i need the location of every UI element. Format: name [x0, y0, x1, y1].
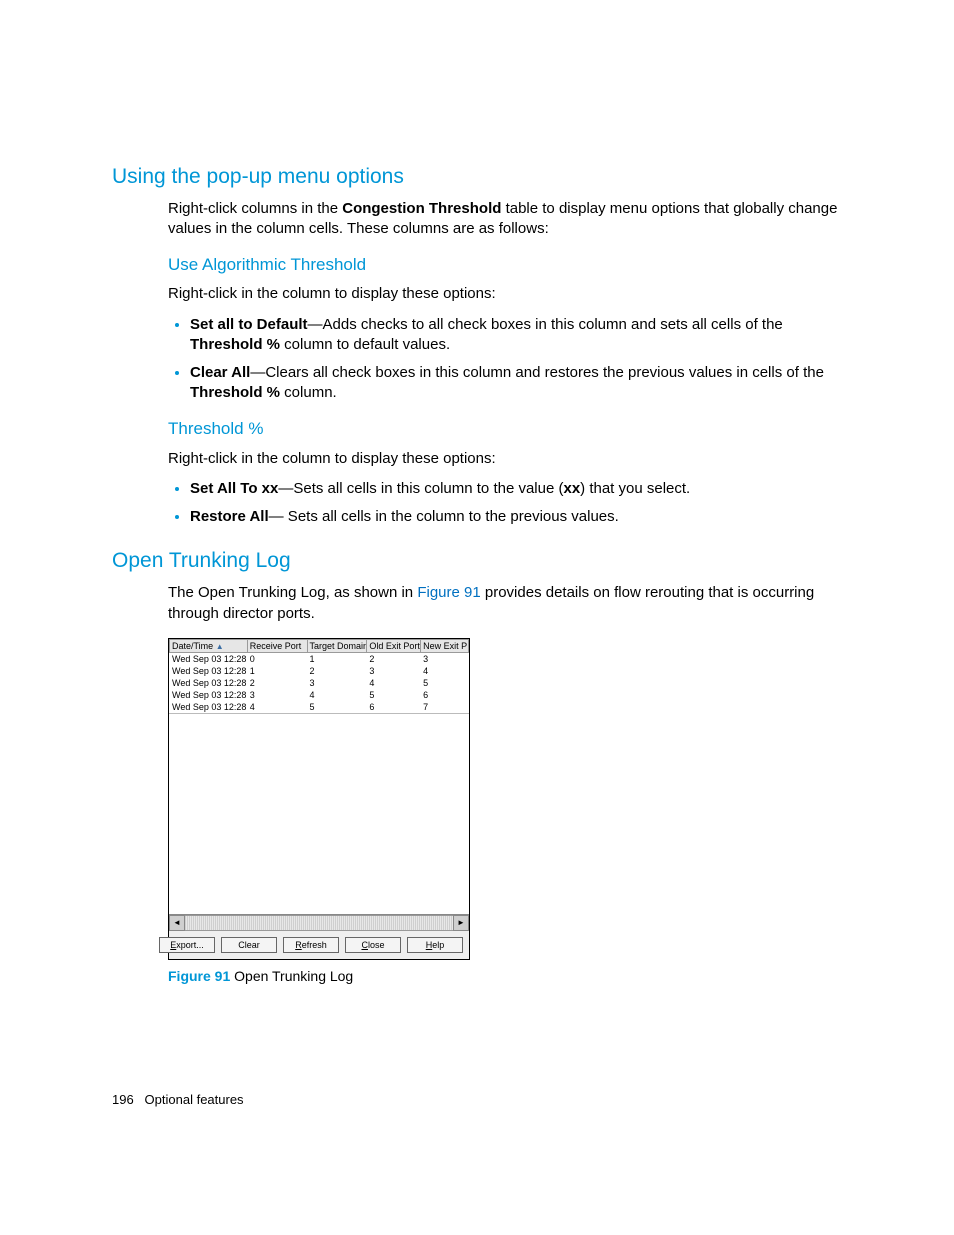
btn-label: elp — [432, 940, 444, 950]
btn-label: xport... — [176, 940, 204, 950]
col-header-old-exit-port[interactable]: Old Exit Port — [367, 639, 421, 652]
cell: 3 — [307, 677, 367, 689]
text: —Sets all cells in this column to the va… — [278, 480, 563, 497]
bold-threshold-pct: Threshold % — [190, 336, 280, 353]
clear-button[interactable]: Clear — [221, 937, 277, 953]
scroll-track[interactable] — [185, 915, 453, 931]
list-item: Set all to Default—Adds checks to all ch… — [190, 315, 854, 356]
bold-threshold-pct: Threshold % — [190, 384, 280, 401]
text: — Sets all cells in the column to the pr… — [269, 508, 619, 525]
horizontal-scrollbar[interactable]: ◄ ► — [169, 914, 469, 931]
cell: 4 — [247, 701, 307, 713]
col-header-target-domain[interactable]: Target Domain — [307, 639, 367, 652]
paragraph-alg-intro: Right-click in the column to display the… — [168, 284, 854, 304]
cell: 4 — [307, 689, 367, 701]
cell: 1 — [307, 652, 367, 665]
page-number: 196 — [112, 1092, 134, 1107]
bold-congestion-threshold: Congestion Threshold — [342, 200, 501, 217]
paragraph-popup-intro: Right-click columns in the Congestion Th… — [168, 199, 854, 240]
table-row[interactable]: Wed Sep 03 12:28... 0 1 2 3 — [170, 652, 469, 665]
cell: 3 — [247, 689, 307, 701]
cell: Wed Sep 03 12:28... — [170, 701, 248, 713]
sort-asc-icon: ▲ — [216, 642, 224, 651]
figure-caption: Figure 91 Open Trunking Log — [168, 968, 854, 984]
help-button[interactable]: Help — [407, 937, 463, 953]
export-button[interactable]: Export... — [159, 937, 215, 953]
cell: 6 — [367, 701, 421, 713]
list-item: Set All To xx—Sets all cells in this col… — [190, 479, 854, 499]
term-restore-all: Restore All — [190, 508, 269, 525]
cell: Wed Sep 03 12:28... — [170, 665, 248, 677]
col-header-label: Date/Time — [172, 641, 213, 651]
paragraph-thresh-intro: Right-click in the column to display the… — [168, 449, 854, 469]
term-set-all-default: Set all to Default — [190, 316, 308, 333]
cell: 6 — [421, 689, 469, 701]
cell: 5 — [421, 677, 469, 689]
cell: Wed Sep 03 12:28... — [170, 677, 248, 689]
text: —Clears all check boxes in this column a… — [250, 364, 824, 381]
scroll-right-icon[interactable]: ► — [453, 915, 469, 931]
cell: 2 — [247, 677, 307, 689]
cell: 2 — [307, 665, 367, 677]
col-header-receive-port[interactable]: Receive Port — [247, 639, 307, 652]
refresh-button[interactable]: Refresh — [283, 937, 339, 953]
table-row[interactable]: Wed Sep 03 12:28... 4 5 6 7 — [170, 701, 469, 713]
page-footer: 196 Optional features — [112, 1092, 244, 1107]
bold-xx: xx — [563, 480, 580, 497]
table-row[interactable]: Wed Sep 03 12:28... 1 2 3 4 — [170, 665, 469, 677]
text: column to default values. — [280, 336, 450, 353]
cell: 4 — [367, 677, 421, 689]
btn-label: lose — [368, 940, 385, 950]
term-clear-all: Clear All — [190, 364, 250, 381]
text: ) that you select. — [580, 480, 690, 497]
cell: 0 — [247, 652, 307, 665]
open-trunking-log-dialog: Date/Time ▲ Receive Port Target Domain O… — [168, 638, 470, 960]
col-header-new-exit-port[interactable]: New Exit P — [421, 639, 469, 652]
col-header-datetime[interactable]: Date/Time ▲ — [170, 639, 248, 652]
cell: 5 — [307, 701, 367, 713]
heading-threshold-pct: Threshold % — [168, 418, 854, 441]
scroll-left-icon[interactable]: ◄ — [169, 915, 185, 931]
log-table: Date/Time ▲ Receive Port Target Domain O… — [169, 639, 469, 713]
heading-popup-menu: Using the pop-up menu options — [112, 165, 854, 189]
btn-label: efresh — [302, 940, 327, 950]
list-item: Clear All—Clears all check boxes in this… — [190, 363, 854, 404]
cell: 7 — [421, 701, 469, 713]
figure-title: Open Trunking Log — [230, 968, 353, 984]
dialog-button-row: Export... Clear Refresh Close Help — [169, 931, 469, 959]
cell: 2 — [367, 652, 421, 665]
text: The Open Trunking Log, as shown in — [168, 584, 417, 601]
text: column. — [280, 384, 337, 401]
cell: 1 — [247, 665, 307, 677]
cell: 4 — [421, 665, 469, 677]
list-item: Restore All— Sets all cells in the colum… — [190, 507, 854, 527]
cell: Wed Sep 03 12:28... — [170, 652, 248, 665]
term-set-all-to-xx: Set All To xx — [190, 480, 278, 497]
table-empty-area — [169, 713, 469, 914]
heading-open-trunking-log: Open Trunking Log — [112, 549, 854, 573]
table-row[interactable]: Wed Sep 03 12:28... 3 4 5 6 — [170, 689, 469, 701]
section-name: Optional features — [145, 1092, 244, 1107]
link-figure-91[interactable]: Figure 91 — [417, 584, 480, 601]
text: Right-click columns in the — [168, 200, 342, 217]
text: —Adds checks to all check boxes in this … — [308, 316, 783, 333]
cell: 3 — [421, 652, 469, 665]
table-row[interactable]: Wed Sep 03 12:28... 2 3 4 5 — [170, 677, 469, 689]
heading-use-algorithmic-threshold: Use Algorithmic Threshold — [168, 254, 854, 277]
cell: 3 — [367, 665, 421, 677]
figure-label: Figure 91 — [168, 968, 230, 984]
close-button[interactable]: Close — [345, 937, 401, 953]
paragraph-trunk-intro: The Open Trunking Log, as shown in Figur… — [168, 583, 854, 624]
cell: 5 — [367, 689, 421, 701]
cell: Wed Sep 03 12:28... — [170, 689, 248, 701]
